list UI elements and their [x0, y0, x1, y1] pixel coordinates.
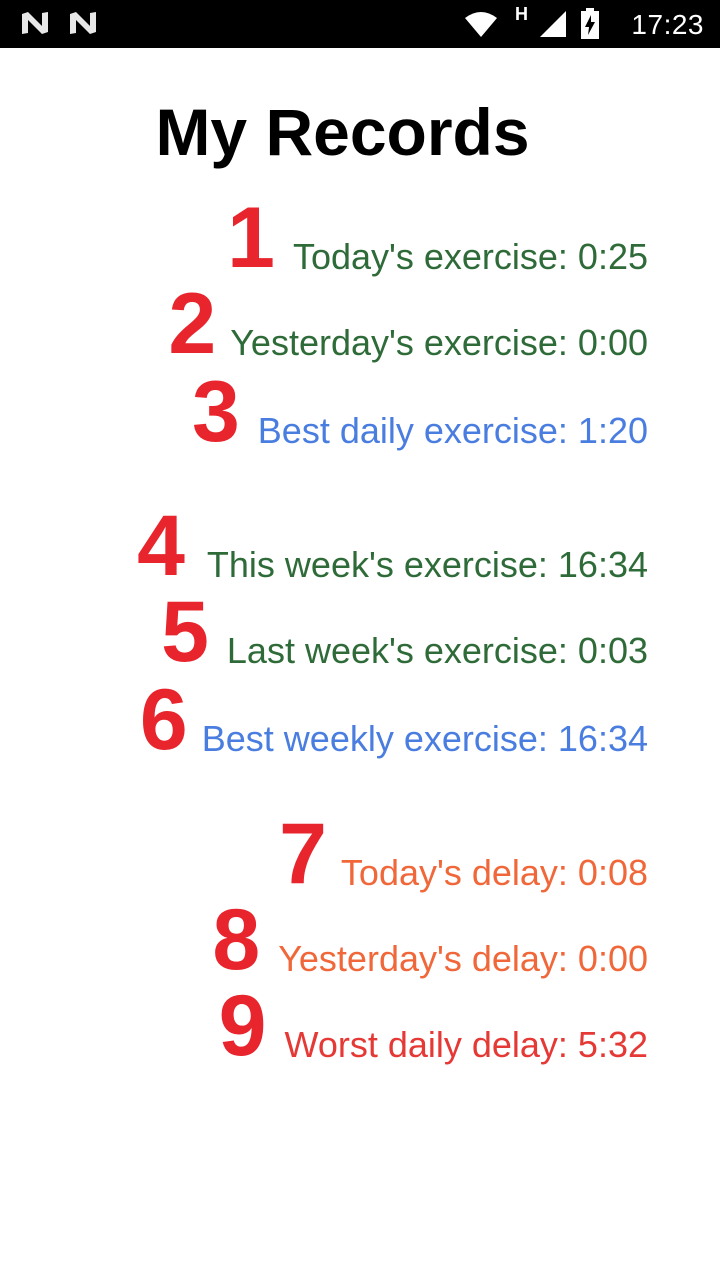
record-label: Last week's exercise: 0:03: [226, 630, 648, 671]
record-number: 4: [137, 498, 185, 594]
record-number: 6: [139, 672, 188, 768]
record-number: 5: [161, 584, 209, 680]
record-label: Today's delay: 0:08: [340, 852, 648, 893]
record-last-week-exercise: 5 Last week's exercise: 0:03: [161, 584, 648, 680]
record-number: 9: [218, 978, 267, 1074]
record-label: Best daily exercise: 1:20: [257, 410, 648, 451]
page-title: My Records: [155, 95, 530, 169]
record-today-delay: 7 Today's delay: 0:08: [279, 806, 648, 902]
n-notification-icon: [22, 12, 48, 34]
record-best-daily-exercise: 3 Best daily exercise: 1:20: [191, 364, 648, 460]
network-type-label: H: [515, 4, 528, 24]
n-notification-icon: [70, 12, 97, 34]
wifi-icon: [465, 12, 497, 37]
record-label: Yesterday's exercise: 0:00: [230, 322, 648, 363]
status-clock: 17:23: [631, 9, 704, 40]
record-number: 1: [227, 190, 275, 286]
record-this-week-exercise: 4 This week's exercise: 16:34: [137, 498, 648, 594]
record-worst-daily-delay: 9 Worst daily delay: 5:32: [218, 978, 648, 1074]
record-yesterday-exercise: 2 Yesterday's exercise: 0:00: [168, 276, 648, 372]
record-number: 3: [191, 364, 240, 460]
record-label: Worst daily delay: 5:32: [284, 1024, 648, 1065]
status-bar: H 17:23: [0, 0, 720, 48]
record-label: This week's exercise: 16:34: [206, 544, 648, 585]
record-yesterday-delay: 8 Yesterday's delay: 0:00: [212, 892, 648, 988]
record-best-weekly-exercise: 6 Best weekly exercise: 16:34: [139, 672, 648, 768]
record-number: 8: [212, 892, 261, 988]
record-number: 7: [279, 806, 327, 902]
battery-charging-icon: [581, 8, 599, 39]
record-label: Yesterday's delay: 0:00: [278, 938, 648, 979]
record-number: 2: [168, 276, 217, 372]
record-today-exercise: 1 Today's exercise: 0:25: [227, 190, 648, 286]
record-label: Best weekly exercise: 16:34: [201, 718, 648, 759]
notification-icons: [20, 10, 112, 41]
record-label: Today's exercise: 0:25: [292, 236, 648, 277]
signal-icon: [540, 11, 566, 37]
